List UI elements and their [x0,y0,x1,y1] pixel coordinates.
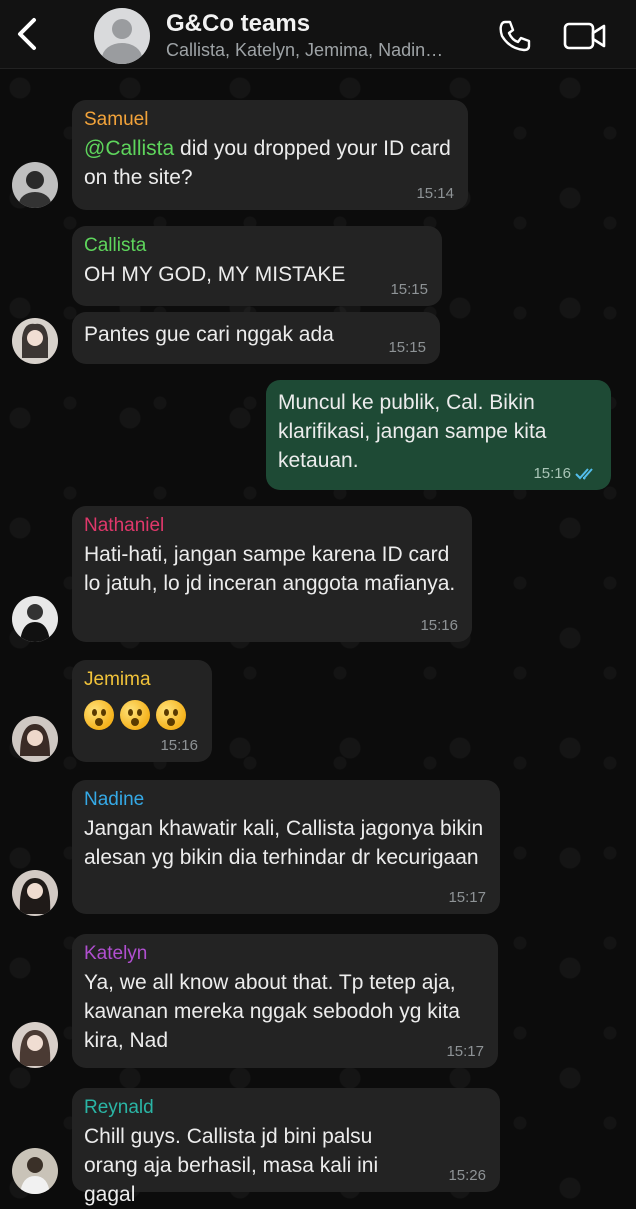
message-time: 15:15 [388,339,426,356]
avatar-samuel[interactable] [12,162,58,208]
message-text: Jangan khawatir kali, Callista jagonya b… [84,817,484,869]
message-bubble[interactable]: Reynald Chill guys. Callista jd bini pal… [72,1088,500,1206]
message-text: Pantes gue cari nggak ada [84,323,334,346]
read-receipt-icon [575,467,593,480]
message-status: 15:16 [533,465,599,482]
back-icon [18,18,36,50]
person-photo-icon [12,1022,58,1068]
message-bubble[interactable]: Nathaniel Hati-hati, jangan sampe karena… [72,506,472,642]
chat-members[interactable]: Callista, Katelyn, Jemima, Nadin… [166,40,486,61]
message-time: 15:17 [448,889,486,906]
video-icon [563,22,606,50]
message-time: 15:16 [160,737,198,754]
astonished-face-icon [120,699,150,730]
avatar-jemima[interactable] [12,716,58,762]
message-text: Ya, we all know about that. Tp tetep aja… [84,971,460,1052]
person-photo-icon [12,716,58,762]
emoji-row [84,694,200,732]
message-time: 15:15 [390,281,428,298]
chat-title[interactable]: G&Co teams [166,10,310,38]
message-time: 15:26 [448,1167,486,1184]
group-avatar-icon [94,8,150,64]
sender-name: Callista [84,235,147,256]
outgoing-message-bubble[interactable]: Muncul ke publik, Cal. Bikin klarifikasi… [266,380,611,490]
avatar-katelyn[interactable] [12,1022,58,1068]
group-avatar[interactable] [94,8,150,64]
avatar-reynald[interactable] [12,1148,58,1194]
message-text: @Callista did you dropped your ID card o… [84,137,451,189]
message-text: Hati-hati, jangan sampe karena ID card l… [84,543,456,595]
sender-name: Jemima [84,669,151,690]
person-photo-icon [12,1148,58,1194]
message-bubble[interactable]: Pantes gue cari nggak ada 15:15 [72,312,440,364]
chat-header: G&Co teams Callista, Katelyn, Jemima, Na… [0,0,636,69]
person-photo-icon [12,318,58,364]
message-time: 15:14 [416,185,454,202]
message-bubble[interactable]: Jemima 15:16 [72,660,212,762]
sender-name: Reynald [84,1097,154,1118]
avatar-callista[interactable] [12,318,58,364]
person-photo-icon [12,870,58,916]
message-text: OH MY GOD, MY MISTAKE [84,263,346,286]
avatar-nathaniel[interactable] [12,596,58,642]
message-bubble[interactable]: Samuel @Callista did you dropped your ID… [72,100,468,210]
mention-callista[interactable]: @Callista [84,137,174,160]
message-text: Chill guys. Callista jd bini palsu orang… [84,1125,379,1206]
sender-name: Katelyn [84,943,148,964]
message-bubble[interactable]: Callista OH MY GOD, MY MISTAKE 15:15 [72,226,442,306]
message-time: 15:16 [533,465,571,482]
voice-call-button[interactable] [496,18,532,54]
astonished-face-icon [84,699,114,730]
message-text: Muncul ke publik, Cal. Bikin klarifikasi… [278,391,547,472]
sender-name: Nathaniel [84,515,165,536]
message-bubble[interactable]: Nadine Jangan khawatir kali, Callista ja… [72,780,500,914]
sender-name: Nadine [84,789,145,810]
person-photo-icon [12,596,58,642]
phone-icon [499,20,531,52]
astonished-face-icon [156,699,186,730]
message-time: 15:16 [420,617,458,634]
person-photo-icon [12,162,58,208]
message-bubble[interactable]: Katelyn Ya, we all know about that. Tp t… [72,934,498,1068]
sender-name: Samuel [84,109,149,130]
back-button[interactable] [10,14,44,54]
avatar-nadine[interactable] [12,870,58,916]
video-call-button[interactable] [562,18,608,54]
message-time: 15:17 [446,1043,484,1060]
